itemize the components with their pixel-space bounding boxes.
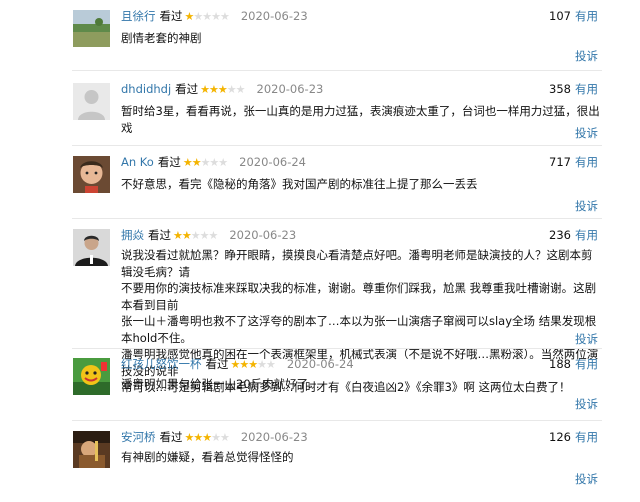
divider bbox=[72, 218, 602, 219]
comment-text-line: 剧情老套的神剧 bbox=[121, 31, 202, 45]
comment-text-line: 张一山＋潘粤明也救不了这浮夸的剧本了…本以为张一山演痞子窜阀可以slay全场 结… bbox=[121, 314, 597, 345]
comment-text-line: 潘粤明如果匀给张一山20斤肉就好了… bbox=[121, 377, 320, 391]
avatar[interactable] bbox=[73, 431, 110, 468]
report-button[interactable]: 投诉 bbox=[575, 48, 598, 64]
vote-area: 717 有用 bbox=[549, 154, 598, 171]
comment-text-line: 不要用你的演技标准来踩取决我的标准，谢谢。尊重你们踩我，尬黑 我尊重我吐槽谢谢。… bbox=[121, 281, 597, 312]
divider bbox=[72, 145, 602, 146]
comment-meta: 安河桥 看过 ★★★★★ 2020-06-23 bbox=[121, 429, 308, 446]
comment-text: 不好意思，看完《隐秘的角落》我对国产剧的标准往上提了那么一丢丢 bbox=[121, 176, 601, 193]
vote-useful-button[interactable]: 有用 bbox=[575, 228, 598, 242]
watched-label: 看过 bbox=[148, 228, 171, 242]
vote-count: 358 bbox=[549, 82, 571, 96]
comment-date: 2020-06-24 bbox=[239, 155, 306, 169]
avatar[interactable] bbox=[73, 83, 110, 120]
comment-date: 2020-06-23 bbox=[240, 430, 308, 444]
comment-meta: 红孩儿怒饮一杯 看过 ★★★★★ 2020-06-24 bbox=[121, 356, 354, 373]
rating-stars: ★★★★★ bbox=[200, 83, 245, 96]
comment-text: 有神剧的嫌疑，看着总觉得怪怪的 bbox=[121, 449, 601, 466]
comment-user-link[interactable]: 且徐行 bbox=[121, 9, 156, 23]
comment-text: 暂时给3星，看看再说，张一山真的是用力过猛，表演痕迹太重了，台词也一样用力过猛，… bbox=[121, 103, 601, 136]
comment-user-link[interactable]: 安河桥 bbox=[121, 430, 156, 444]
vote-useful-button[interactable]: 有用 bbox=[575, 9, 598, 23]
divider bbox=[72, 70, 602, 71]
avatar[interactable] bbox=[73, 229, 110, 266]
comment-text-line: 不好意思，看完《隐秘的角落》我对国产剧的标准往上提了那么一丢丢 bbox=[121, 177, 478, 191]
report-button[interactable]: 投诉 bbox=[575, 125, 598, 141]
comment-date: 2020-06-23 bbox=[256, 82, 324, 96]
avatar[interactable] bbox=[73, 10, 110, 47]
vote-count: 188 bbox=[549, 357, 571, 371]
vote-count: 126 bbox=[549, 430, 571, 444]
avatar[interactable] bbox=[73, 156, 110, 193]
comment-text: 潘粤明如果匀给张一山20斤肉就好了… bbox=[121, 376, 601, 393]
comment-user-link[interactable]: dhdidhdj bbox=[121, 82, 171, 96]
divider bbox=[72, 420, 602, 421]
watched-label: 看过 bbox=[157, 155, 181, 169]
vote-area: 107 有用 bbox=[549, 8, 598, 25]
report-button[interactable]: 投诉 bbox=[575, 198, 598, 214]
comment-list: 且徐行 看过 ★★★★★ 2020-06-23 107 有用 剧情老套的神剧 投诉 dh… bbox=[0, 0, 640, 502]
vote-area: 358 有用 bbox=[549, 81, 598, 98]
avatar[interactable] bbox=[73, 358, 110, 395]
comment-user-link[interactable]: An Ko bbox=[121, 155, 154, 169]
comment-meta: An Ko 看过 ★★★★★ 2020-06-24 bbox=[121, 154, 306, 171]
vote-count: 717 bbox=[549, 155, 571, 169]
comment-meta: 且徐行 看过 ★★★★★ 2020-06-23 bbox=[121, 8, 308, 25]
report-button[interactable]: 投诉 bbox=[575, 331, 598, 347]
comment-text: 剧情老套的神剧 bbox=[121, 30, 601, 47]
comment-meta: 拥焱 看过 ★★★★★ 2020-06-23 bbox=[121, 227, 296, 244]
comment-text-line: 有神剧的嫌疑，看着总觉得怪怪的 bbox=[121, 450, 294, 464]
watched-label: 看过 bbox=[205, 357, 229, 371]
vote-useful-button[interactable]: 有用 bbox=[575, 357, 598, 371]
rating-stars: ★★★★★ bbox=[173, 229, 218, 242]
comment-text-line: 说我没看过就尬黑？睁开眼睛，摸摸良心看清楚点好吧。潘粤明老师是缺演技的人？这剧本… bbox=[121, 248, 593, 279]
vote-count: 236 bbox=[549, 228, 571, 242]
watched-label: 看过 bbox=[175, 82, 199, 96]
vote-area: 126 有用 bbox=[549, 429, 598, 446]
watched-label: 看过 bbox=[159, 9, 183, 23]
divider bbox=[72, 348, 602, 349]
comment-meta: dhdidhdj 看过 ★★★★★ 2020-06-23 bbox=[121, 81, 323, 98]
comment-date: 2020-06-23 bbox=[240, 9, 308, 23]
vote-useful-button[interactable]: 有用 bbox=[575, 82, 598, 96]
vote-area: 236 有用 bbox=[549, 227, 598, 244]
rating-stars: ★★★★★ bbox=[184, 10, 230, 23]
vote-count: 107 bbox=[549, 9, 571, 23]
vote-useful-button[interactable]: 有用 bbox=[575, 430, 598, 444]
comment-date: 2020-06-23 bbox=[229, 228, 297, 242]
comment-user-link[interactable]: 红孩儿怒饮一杯 bbox=[121, 357, 202, 371]
rating-stars: ★★★★★ bbox=[182, 156, 228, 169]
report-button[interactable]: 投诉 bbox=[575, 471, 598, 487]
rating-stars: ★★★★★ bbox=[230, 358, 276, 371]
report-button[interactable]: 投诉 bbox=[575, 396, 598, 412]
rating-stars: ★★★★★ bbox=[184, 431, 230, 444]
vote-useful-button[interactable]: 有用 bbox=[575, 155, 598, 169]
comment-date: 2020-06-24 bbox=[286, 357, 354, 371]
vote-area: 188 有用 bbox=[549, 356, 598, 373]
comment-user-link[interactable]: 拥焱 bbox=[121, 228, 144, 242]
comment-text: 说我没看过就尬黑？睁开眼睛，摸摸良心看清楚点好吧。潘粤明老师是缺演技的人？这剧本… bbox=[121, 247, 601, 396]
comment-text-line: 暂时给3星，看看再说，张一山真的是用力过猛，表演痕迹太重了，台词也一样用力过猛，… bbox=[121, 104, 600, 135]
watched-label: 看过 bbox=[159, 430, 183, 444]
